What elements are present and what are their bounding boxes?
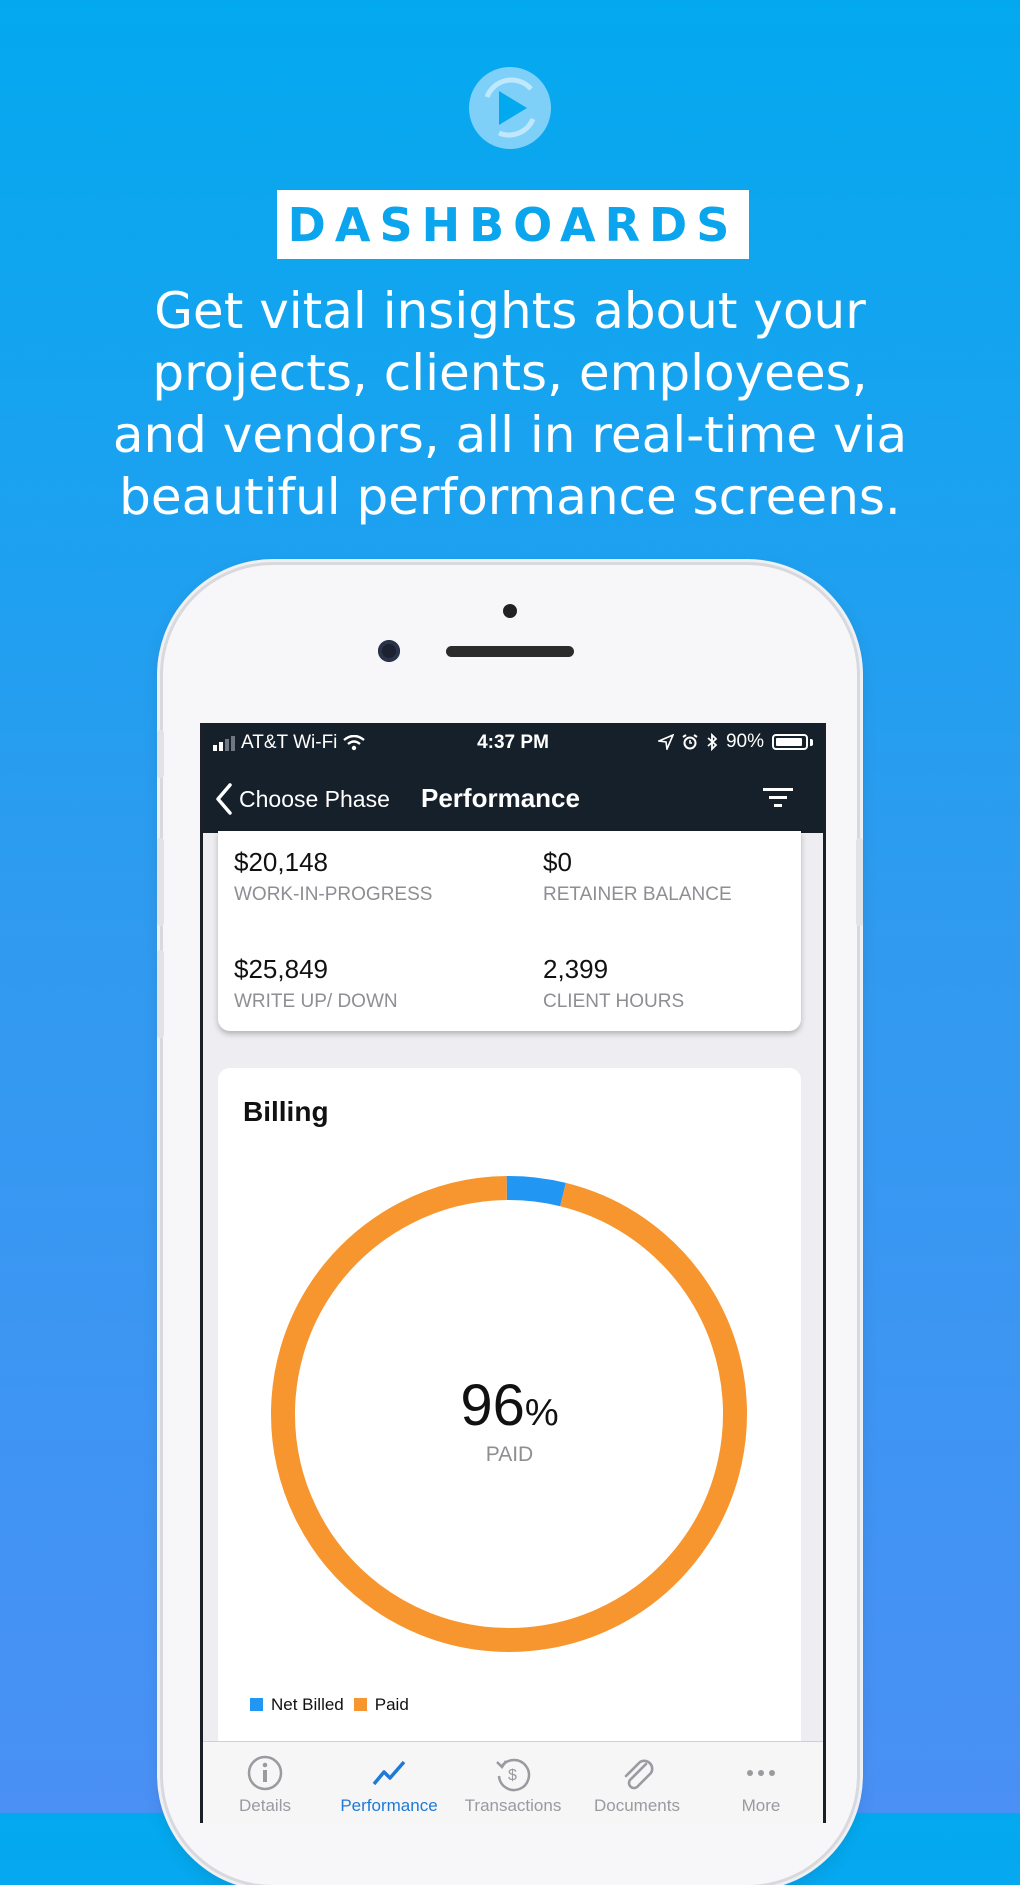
tab-label: More (741, 1796, 781, 1815)
battery-nub (810, 738, 813, 746)
metric-retainer-balance: $0 RETAINER BALANCE (543, 847, 732, 906)
battery-icon (772, 734, 808, 750)
legend-swatch (353, 1698, 367, 1711)
back-label: Choose Phase (239, 785, 390, 812)
bluetooth-icon (707, 733, 718, 751)
tab-performance[interactable]: Performance (327, 1742, 451, 1823)
paid-percent: 96% (218, 1372, 801, 1439)
tab-label: Details (239, 1796, 291, 1815)
metric-label: WRITE UP/ DOWN (234, 991, 398, 1012)
dashboards-title-box: DASHBOARDS (277, 190, 749, 259)
metric-value: $20,148 (234, 847, 328, 877)
metrics-card: $20,148 WORK-IN-PROGRESS $0 RETAINER BAL… (218, 831, 801, 1031)
tab-label: Performance (340, 1796, 438, 1815)
play-circle-logo-icon (469, 67, 551, 149)
tab-label: Documents (594, 1796, 680, 1815)
phone-mute-switch (157, 730, 164, 778)
paid-percent-value: 96 (460, 1373, 525, 1438)
legend-label: Paid (374, 1695, 409, 1714)
metric-label: CLIENT HOURS (543, 991, 685, 1012)
tab-label: Transactions (464, 1796, 562, 1815)
metric-work-in-progress: $20,148 WORK-IN-PROGRESS (234, 847, 432, 906)
legend-item-paid: Paid (353, 1695, 409, 1715)
donut-slice-net-billed (506, 1176, 566, 1207)
headline-line: and vendors, all in real-time via (112, 406, 908, 464)
donut-center: 96% PAID (218, 1372, 801, 1467)
tab-details[interactable]: Details (203, 1742, 327, 1823)
filter-icon[interactable] (763, 787, 793, 809)
promo-headline: Get vital insights about your projects, … (60, 280, 960, 528)
info-icon (247, 1755, 283, 1791)
billing-title: Billing (243, 1096, 329, 1127)
legend-item-net-billed: Net Billed (250, 1695, 344, 1715)
metric-write-up-down: $25,849 WRITE UP/ DOWN (234, 954, 398, 1013)
tab-documents[interactable]: Documents (575, 1742, 699, 1823)
metric-value: $25,849 (234, 954, 328, 984)
billing-card: Billing 96% PAID Net Billed Paid (218, 1068, 801, 1823)
more-dots-icon (747, 1770, 775, 1776)
metric-client-hours: 2,399 CLIENT HOURS (543, 954, 684, 1013)
alarm-icon (682, 734, 698, 750)
phone-screen: AT&T Wi-Fi 4:37 PM 90% Choose Phase Perf… (200, 723, 826, 1823)
history-dollar-icon: $ (496, 1758, 531, 1792)
legend-label: Net Billed (271, 1695, 344, 1714)
trend-line-icon (372, 1760, 406, 1786)
nav-bar: Choose Phase Performance (203, 763, 823, 833)
status-bar: AT&T Wi-Fi 4:37 PM 90% (203, 723, 823, 763)
metric-value: 2,399 (543, 954, 609, 984)
tab-transactions[interactable]: $ Transactions (451, 1742, 575, 1823)
phone-volume-down-button (157, 950, 164, 1038)
paid-label: PAID (485, 1443, 534, 1466)
metric-value: $0 (543, 847, 572, 877)
page-title: Performance (421, 783, 580, 813)
tab-more[interactable]: More (699, 1742, 823, 1823)
metric-label: WORK-IN-PROGRESS (234, 884, 433, 905)
back-button[interactable]: Choose Phase (215, 783, 390, 815)
chevron-left-icon (216, 783, 232, 815)
chart-legend: Net Billed Paid (250, 1695, 409, 1715)
paid-percent-sign: % (524, 1392, 559, 1434)
paperclip-icon (624, 1759, 654, 1790)
metric-label: RETAINER BALANCE (543, 884, 732, 905)
svg-text:$: $ (508, 1767, 517, 1784)
phone-power-button (856, 838, 863, 926)
tab-bar: Details Performance $ Transactions Docum… (203, 1741, 823, 1823)
headline-line: beautiful performance screens. (119, 468, 901, 526)
headline-line: Get vital insights about your (154, 282, 866, 340)
headline-line: projects, clients, employees, (152, 344, 868, 402)
location-arrow-icon (657, 734, 674, 750)
battery-percent: 90% (725, 731, 764, 752)
phone-sensor (503, 604, 517, 618)
promo-title: DASHBOARDS (287, 197, 739, 252)
phone-volume-up-button (157, 838, 164, 926)
legend-swatch (250, 1698, 263, 1711)
phone-speaker (446, 646, 574, 657)
phone-front-camera (378, 640, 400, 662)
